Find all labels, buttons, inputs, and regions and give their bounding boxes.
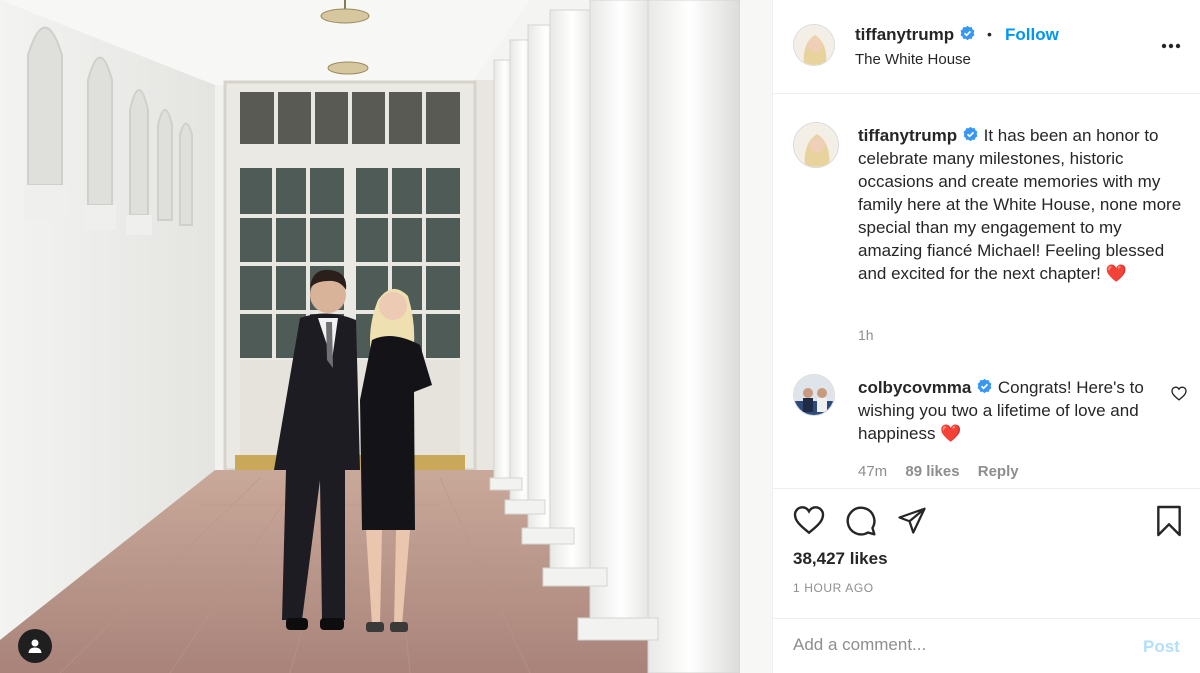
caption-text: It has been an honor to celebrate many m…	[858, 126, 1182, 283]
share-icon	[898, 507, 926, 534]
comment-like-button[interactable]	[1171, 386, 1187, 406]
caption-avatar[interactable]	[793, 122, 839, 168]
caption-timestamp[interactable]: 1h	[858, 327, 874, 343]
heart-icon	[1171, 386, 1187, 401]
comment-timestamp[interactable]: 47m	[858, 463, 887, 480]
add-comment-bar: Post	[773, 618, 1200, 673]
caption-username[interactable]: tiffanytrump	[858, 126, 957, 145]
user-tag-icon	[28, 639, 42, 653]
post-details-panel: tiffanytrump • Follow The White House ti…	[772, 0, 1200, 673]
save-button[interactable]	[1155, 505, 1183, 542]
comment-avatar[interactable]	[793, 374, 835, 416]
post-comment-button[interactable]: Post	[1143, 637, 1180, 657]
verified-badge-icon	[963, 126, 978, 142]
comment-likes[interactable]: 89 likes	[905, 463, 959, 480]
separator-dot: •	[987, 26, 992, 42]
header-username[interactable]: tiffanytrump	[855, 25, 976, 45]
share-button[interactable]	[896, 505, 928, 540]
more-options-button[interactable]	[1161, 36, 1181, 54]
comment-input[interactable]	[793, 635, 1123, 655]
more-options-icon	[1161, 43, 1181, 49]
post-timestamp: 1 HOUR AGO	[793, 581, 874, 595]
post-photo[interactable]	[0, 0, 772, 673]
verified-badge-icon	[960, 25, 975, 41]
follow-button[interactable]: Follow	[1005, 25, 1059, 45]
post-location[interactable]: The White House	[855, 51, 971, 68]
post-caption: tiffanytrump It has been an honor to cel…	[858, 124, 1188, 285]
comment-icon	[846, 506, 876, 536]
post-image	[0, 0, 772, 673]
verified-badge-icon	[977, 378, 992, 394]
post-header: tiffanytrump • Follow The White House	[773, 0, 1200, 94]
post-actions: 38,427 likes 1 HOUR AGO	[773, 488, 1200, 618]
like-button[interactable]	[793, 505, 825, 540]
comment-item: colbycovmma Congrats! Here's to wishing …	[858, 376, 1158, 445]
like-count[interactable]: 38,427 likes	[793, 549, 888, 569]
bookmark-icon	[1157, 505, 1181, 537]
heart-icon	[793, 506, 825, 535]
reply-button[interactable]: Reply	[978, 463, 1019, 480]
comment-meta: 47m 89 likes Reply	[858, 463, 1033, 480]
comment-username[interactable]: colbycovmma	[858, 378, 971, 397]
user-tag-button[interactable]	[18, 629, 52, 663]
avatar[interactable]	[793, 24, 835, 66]
comment-button[interactable]	[845, 505, 877, 542]
